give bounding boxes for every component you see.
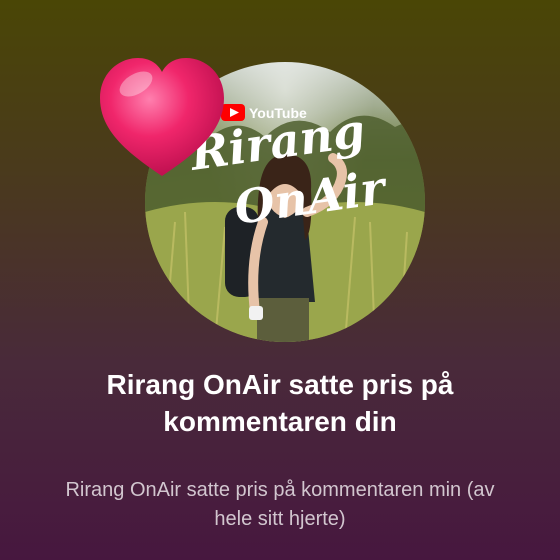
notification-subtitle: Rirang OnAir satte pris på kommentaren m… — [65, 479, 495, 530]
heart-icon — [100, 58, 224, 176]
notification-card: YouTube Rirang OnAir Rirang OnAir satte … — [0, 0, 560, 560]
notification-title: Rirang OnAir satte pris på kommentaren d… — [106, 369, 454, 437]
